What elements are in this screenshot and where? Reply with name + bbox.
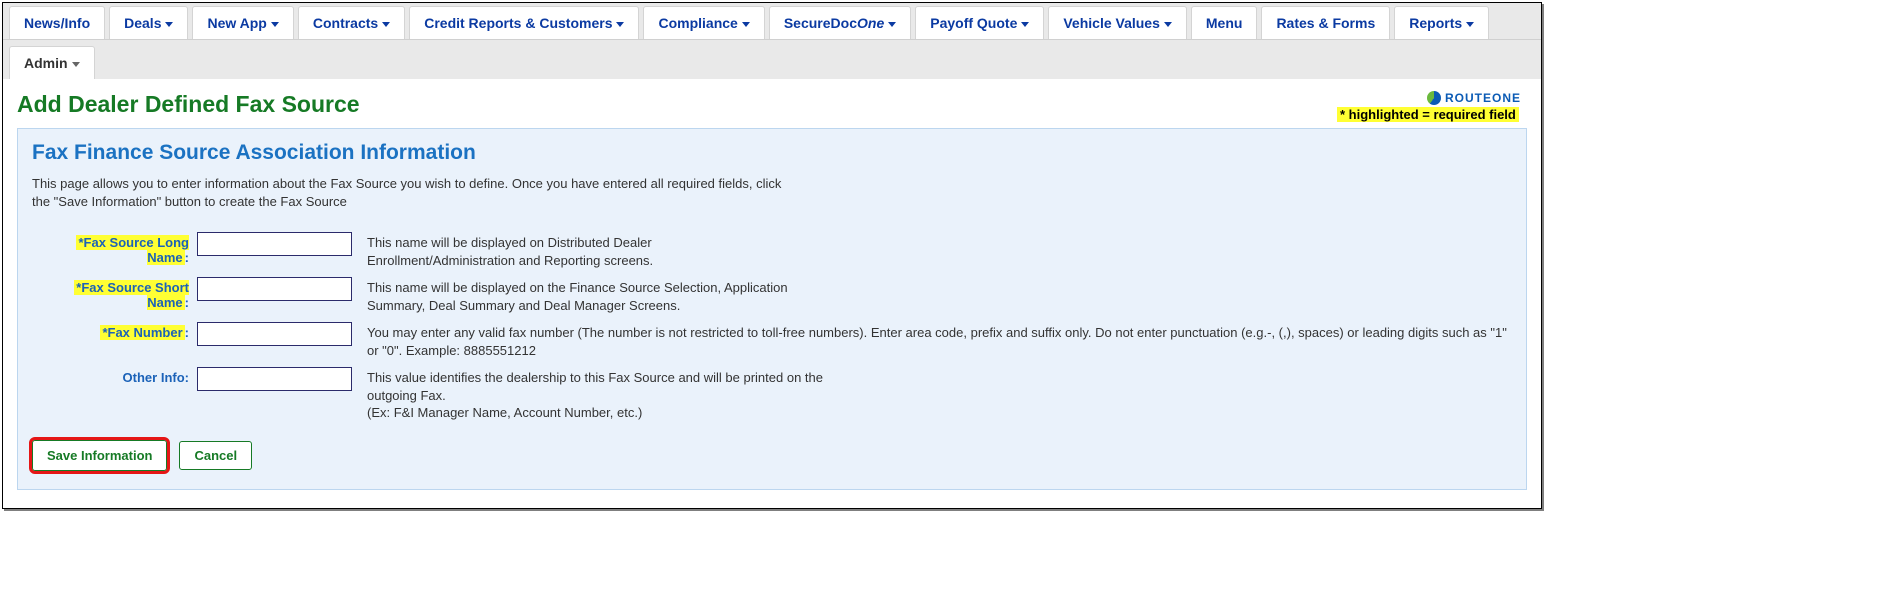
top-nav-row2: Admin [3, 40, 1541, 79]
chevron-down-icon [1466, 22, 1474, 27]
nav-label: Contracts [313, 15, 378, 31]
chevron-down-icon [72, 62, 80, 67]
nav-label: Rates & Forms [1276, 15, 1375, 31]
required-field-note: * highlighted = required field [1337, 107, 1519, 122]
panel-title: Fax Finance Source Association Informati… [32, 141, 1512, 165]
nav-reports[interactable]: Reports [1394, 6, 1489, 39]
chevron-down-icon [382, 22, 390, 27]
nav-new-app[interactable]: New App [192, 6, 293, 39]
chevron-down-icon [165, 22, 173, 27]
desc-fax-number: You may enter any valid fax number (The … [367, 322, 1512, 359]
page-title: Add Dealer Defined Fax Source [17, 91, 360, 118]
intro-text: This page allows you to enter informatio… [32, 175, 802, 210]
routeone-logo: ROUTEONE [1427, 91, 1521, 105]
desc-other-info: This value identifies the dealership to … [367, 367, 827, 422]
nav-credit-reports[interactable]: Credit Reports & Customers [409, 6, 639, 39]
row-fax-number: *Fax Number: You may enter any valid fax… [32, 322, 1512, 359]
label-long-name: *Fax Source Long Name [76, 235, 189, 265]
logo-block: ROUTEONE * highlighted = required field [1337, 91, 1521, 122]
nav-menu[interactable]: Menu [1191, 6, 1258, 39]
label-fax-number: *Fax Number [100, 325, 184, 340]
desc-short-name: This name will be displayed on the Finan… [367, 277, 817, 314]
nav-label: SecureDocOne [784, 15, 884, 31]
logo-swirl-icon [1427, 91, 1441, 105]
row-other-info: Other Info: This value identifies the de… [32, 367, 1512, 422]
nav-label: New App [207, 15, 266, 31]
chevron-down-icon [1164, 22, 1172, 27]
fax-source-panel: Fax Finance Source Association Informati… [17, 128, 1527, 490]
chevron-down-icon [1021, 22, 1029, 27]
chevron-down-icon [616, 22, 624, 27]
nav-label: Menu [1206, 15, 1243, 31]
row-short-name: *Fax Source Short Name: This name will b… [32, 277, 1512, 314]
logo-text: ROUTEONE [1445, 91, 1521, 105]
nav-label: Payoff Quote [930, 15, 1017, 31]
nav-label: News/Info [24, 15, 90, 31]
input-long-name[interactable] [197, 232, 352, 256]
nav-label: Compliance [658, 15, 737, 31]
nav-deals[interactable]: Deals [109, 6, 188, 39]
input-short-name[interactable] [197, 277, 352, 301]
chevron-down-icon [888, 22, 896, 27]
desc-long-name: This name will be displayed on Distribut… [367, 232, 677, 269]
cancel-button[interactable]: Cancel [179, 441, 252, 470]
chevron-down-icon [742, 22, 750, 27]
top-nav-row1: News/Info Deals New App Contracts Credit… [3, 3, 1541, 40]
nav-admin[interactable]: Admin [9, 46, 95, 79]
nav-label: Vehicle Values [1063, 15, 1160, 31]
nav-vehicle-values[interactable]: Vehicle Values [1048, 6, 1187, 39]
label-other-info: Other Info [123, 370, 185, 385]
nav-label: Reports [1409, 15, 1462, 31]
save-information-button[interactable]: Save Information [32, 440, 167, 471]
nav-compliance[interactable]: Compliance [643, 6, 764, 39]
label-short-name: *Fax Source Short Name [74, 280, 189, 310]
row-long-name: *Fax Source Long Name: This name will be… [32, 232, 1512, 269]
nav-label: Deals [124, 15, 161, 31]
nav-payoff-quote[interactable]: Payoff Quote [915, 6, 1044, 39]
nav-securedocone[interactable]: SecureDocOne [769, 6, 911, 39]
button-row: Save Information Cancel [32, 440, 1512, 471]
nav-rates-forms[interactable]: Rates & Forms [1261, 6, 1390, 39]
nav-label: Credit Reports & Customers [424, 15, 612, 31]
nav-label: Admin [24, 55, 68, 71]
input-fax-number[interactable] [197, 322, 352, 346]
nav-news-info[interactable]: News/Info [9, 6, 105, 39]
input-other-info[interactable] [197, 367, 352, 391]
nav-contracts[interactable]: Contracts [298, 6, 405, 39]
page-body: Add Dealer Defined Fax Source ROUTEONE *… [3, 79, 1541, 508]
chevron-down-icon [271, 22, 279, 27]
